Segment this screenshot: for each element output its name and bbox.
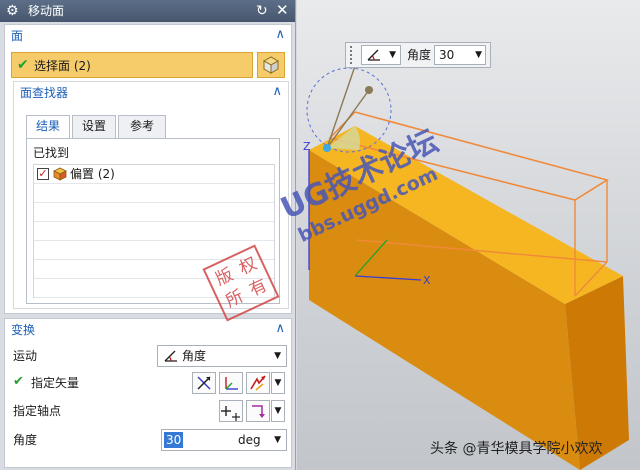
stamp-char: 权 xyxy=(236,253,261,280)
drag-handle[interactable] xyxy=(350,46,354,64)
tab-settings[interactable]: 设置 xyxy=(72,115,116,138)
list-item xyxy=(34,184,274,203)
face-finder-title: 面查找器 xyxy=(20,86,69,100)
angle-icon xyxy=(164,350,177,362)
chevron-up-icon[interactable]: ∧ xyxy=(272,84,282,100)
face-finder-header[interactable]: 面查找器 ∧ xyxy=(14,82,288,104)
x-axis-label: X xyxy=(423,274,431,287)
reverse-direction-button[interactable] xyxy=(192,372,216,394)
angle-icon xyxy=(367,49,380,61)
stamp-char: 所 xyxy=(222,286,247,312)
motion-label: 运动 xyxy=(13,349,38,363)
transform-group: 变换 ∧ 运动 角度 ▼ ✔ 指定矢量 ▼ 指定轴点 ▼ 角度 30 deg ▼ xyxy=(4,318,292,468)
point-options-dropdown[interactable]: ▼ xyxy=(271,400,285,422)
vector-dialog-button[interactable] xyxy=(246,372,270,394)
select-face-row[interactable]: ✔ 选择面 (2) xyxy=(11,52,253,78)
list-item xyxy=(34,203,274,222)
reverse-direction-icon xyxy=(197,376,211,390)
csys-button[interactable] xyxy=(219,372,243,394)
mini-toolbar: ▼ 角度 30 ▼ xyxy=(345,42,491,68)
point-dialog-button[interactable] xyxy=(219,400,243,422)
reset-icon[interactable]: ↻ xyxy=(256,3,268,19)
motion-row: 运动 角度 ▼ xyxy=(5,343,291,369)
rotation-knob[interactable] xyxy=(365,86,373,94)
tab-results[interactable]: 结果 xyxy=(26,115,70,139)
csys-icon xyxy=(225,377,238,390)
point-type-icon xyxy=(252,405,265,418)
chevron-down-icon: ▼ xyxy=(389,50,396,60)
gear-icon: ⚙ xyxy=(6,3,19,19)
face-group-title: 面 xyxy=(11,29,24,43)
angle-unit: deg xyxy=(238,433,261,447)
z-axis-label: Z xyxy=(303,140,311,153)
motion-mini-dropdown[interactable]: ▼ xyxy=(361,45,401,65)
move-face-dialog: ⚙ 移动面 ↻ ✕ 面 ∧ ✔ 选择面 (2) 面查找器 ∧ 结果 设置 参考 … xyxy=(0,0,296,470)
dialog-title: 移动面 xyxy=(28,4,65,18)
found-label: 已找到 xyxy=(33,146,70,160)
angle-value: 30 xyxy=(164,432,184,448)
vector-options-dropdown[interactable]: ▼ xyxy=(271,372,285,394)
close-icon[interactable]: ✕ xyxy=(276,2,289,19)
stamp-char: 有 xyxy=(246,275,271,301)
mini-angle-label: 角度 xyxy=(407,48,432,62)
pivot-row: 指定轴点 ▼ xyxy=(5,398,291,424)
chevron-down-icon[interactable]: ▼ xyxy=(274,433,281,448)
transform-group-title: 变换 xyxy=(11,323,36,337)
checkbox[interactable]: ✓ xyxy=(37,168,49,180)
cube-icon xyxy=(262,56,280,74)
tab-reference[interactable]: 参考 xyxy=(118,115,166,138)
select-face-label: 选择面 (2) xyxy=(34,59,91,73)
credit-text: 头条 @青华模具学院小欢欢 xyxy=(430,441,603,457)
check-icon: ✔ xyxy=(13,374,24,389)
chevron-up-icon[interactable]: ∧ xyxy=(275,27,285,43)
check-icon: ✔ xyxy=(17,57,29,73)
stamp-char: 版 xyxy=(212,264,237,291)
point-icon xyxy=(221,406,240,421)
point-type-button[interactable] xyxy=(246,400,270,422)
vector-row: ✔ 指定矢量 ▼ xyxy=(5,370,291,396)
motion-dropdown[interactable]: 角度 ▼ xyxy=(157,345,287,367)
mini-angle-input[interactable]: 30 ▼ xyxy=(434,45,486,65)
chevron-down-icon: ▼ xyxy=(274,351,281,361)
list-item-label: 偏置 (2) xyxy=(70,167,115,181)
angle-label: 角度 xyxy=(13,433,38,447)
select-face-cube-button[interactable] xyxy=(257,52,285,78)
chevron-up-icon[interactable]: ∧ xyxy=(275,321,285,337)
chevron-down-icon[interactable]: ▼ xyxy=(475,48,482,63)
angle-row: 角度 30 deg ▼ xyxy=(5,427,291,453)
face-group-header[interactable]: 面 ∧ xyxy=(5,25,291,47)
transform-group-header[interactable]: 变换 ∧ xyxy=(5,319,291,341)
angle-input[interactable]: 30 deg ▼ xyxy=(161,429,287,451)
list-item xyxy=(34,222,274,241)
pivot-point[interactable] xyxy=(323,144,331,152)
dialog-title-bar: ⚙ 移动面 ↻ ✕ xyxy=(0,0,295,22)
vector-label: 指定矢量 xyxy=(31,376,80,390)
list-item[interactable]: ✓ 偏置 (2) xyxy=(34,165,274,184)
motion-value: 角度 xyxy=(182,349,207,363)
vector-icon xyxy=(250,375,266,391)
pivot-label: 指定轴点 xyxy=(13,404,62,418)
mini-angle-value: 30 xyxy=(439,48,455,62)
offset-face-icon xyxy=(53,167,67,181)
